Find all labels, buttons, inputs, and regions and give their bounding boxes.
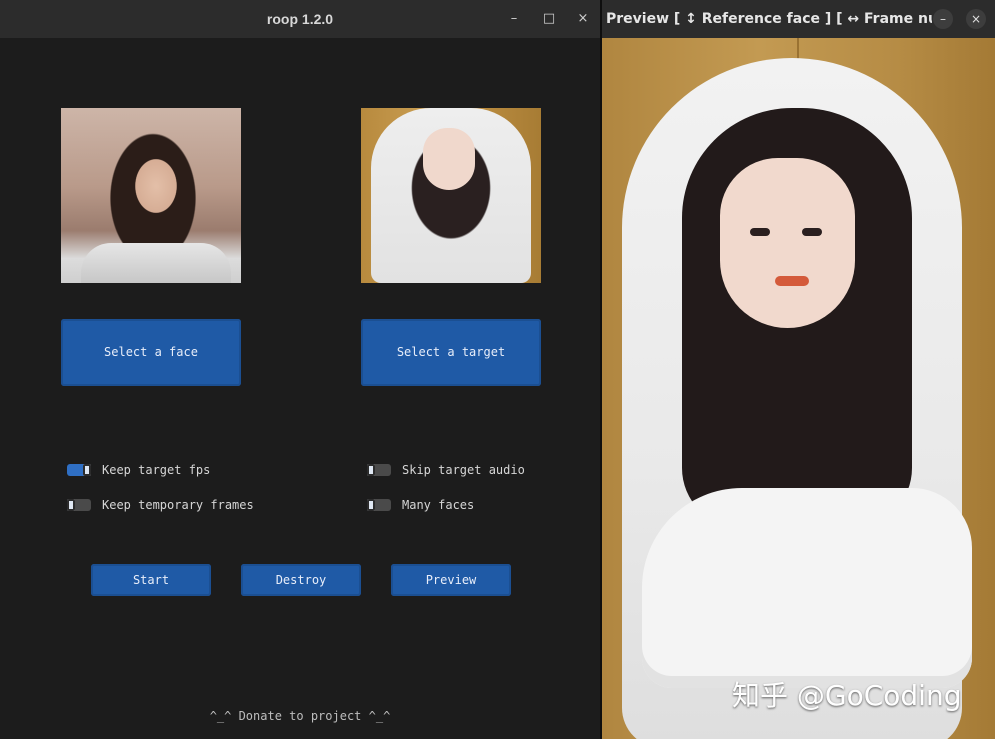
switch-label: Keep target fps bbox=[102, 463, 211, 477]
lips bbox=[775, 276, 809, 286]
switch-toggle-off[interactable] bbox=[67, 499, 91, 511]
donate-link[interactable]: ^_^ Donate to project ^_^ bbox=[0, 709, 600, 723]
switch-label: Many faces bbox=[402, 498, 475, 512]
watermark-text: 知乎 @GoCoding bbox=[732, 679, 962, 712]
preview-button[interactable]: Preview bbox=[391, 564, 511, 596]
roop-titlebar[interactable]: roop 1.2.0 – □ × bbox=[0, 0, 600, 38]
source-face-robe bbox=[81, 243, 231, 283]
eye bbox=[750, 228, 770, 236]
select-face-button[interactable]: Select a face bbox=[61, 319, 241, 386]
many-faces-switch[interactable]: Many faces bbox=[367, 497, 474, 513]
target-face bbox=[423, 128, 475, 190]
switch-toggle-on[interactable] bbox=[67, 464, 91, 476]
hoodie-sleeve bbox=[642, 488, 972, 688]
source-face-image bbox=[61, 108, 241, 283]
preview-frame-image[interactable]: 知乎 @GoCoding bbox=[602, 38, 995, 739]
keep-temporary-frames-switch[interactable]: Keep temporary frames bbox=[67, 497, 254, 513]
switch-label: Keep temporary frames bbox=[102, 498, 254, 512]
close-icon[interactable]: × bbox=[966, 9, 986, 29]
keep-target-fps-switch[interactable]: Keep target fps bbox=[67, 462, 210, 478]
preview-window-title: Preview [ ↕ Reference face ] [ ↔ Frame n… bbox=[606, 11, 932, 27]
skip-target-audio-switch[interactable]: Skip target audio bbox=[367, 462, 525, 478]
roop-window: roop 1.2.0 – □ × Select a face Select a … bbox=[0, 0, 600, 739]
minimize-icon[interactable]: – bbox=[504, 9, 524, 29]
start-button[interactable]: Start bbox=[91, 564, 211, 596]
switch-toggle-off[interactable] bbox=[367, 464, 391, 476]
preview-window: Preview [ ↕ Reference face ] [ ↔ Frame n… bbox=[602, 0, 995, 739]
switch-label: Skip target audio bbox=[402, 463, 525, 477]
close-icon[interactable]: × bbox=[573, 9, 593, 29]
target-image bbox=[361, 108, 541, 283]
eye bbox=[802, 228, 822, 236]
select-target-button[interactable]: Select a target bbox=[361, 319, 541, 386]
maximize-icon[interactable]: □ bbox=[539, 9, 559, 29]
switch-toggle-off[interactable] bbox=[367, 499, 391, 511]
minimize-icon[interactable]: – bbox=[933, 9, 953, 29]
destroy-button[interactable]: Destroy bbox=[241, 564, 361, 596]
face bbox=[720, 158, 855, 328]
